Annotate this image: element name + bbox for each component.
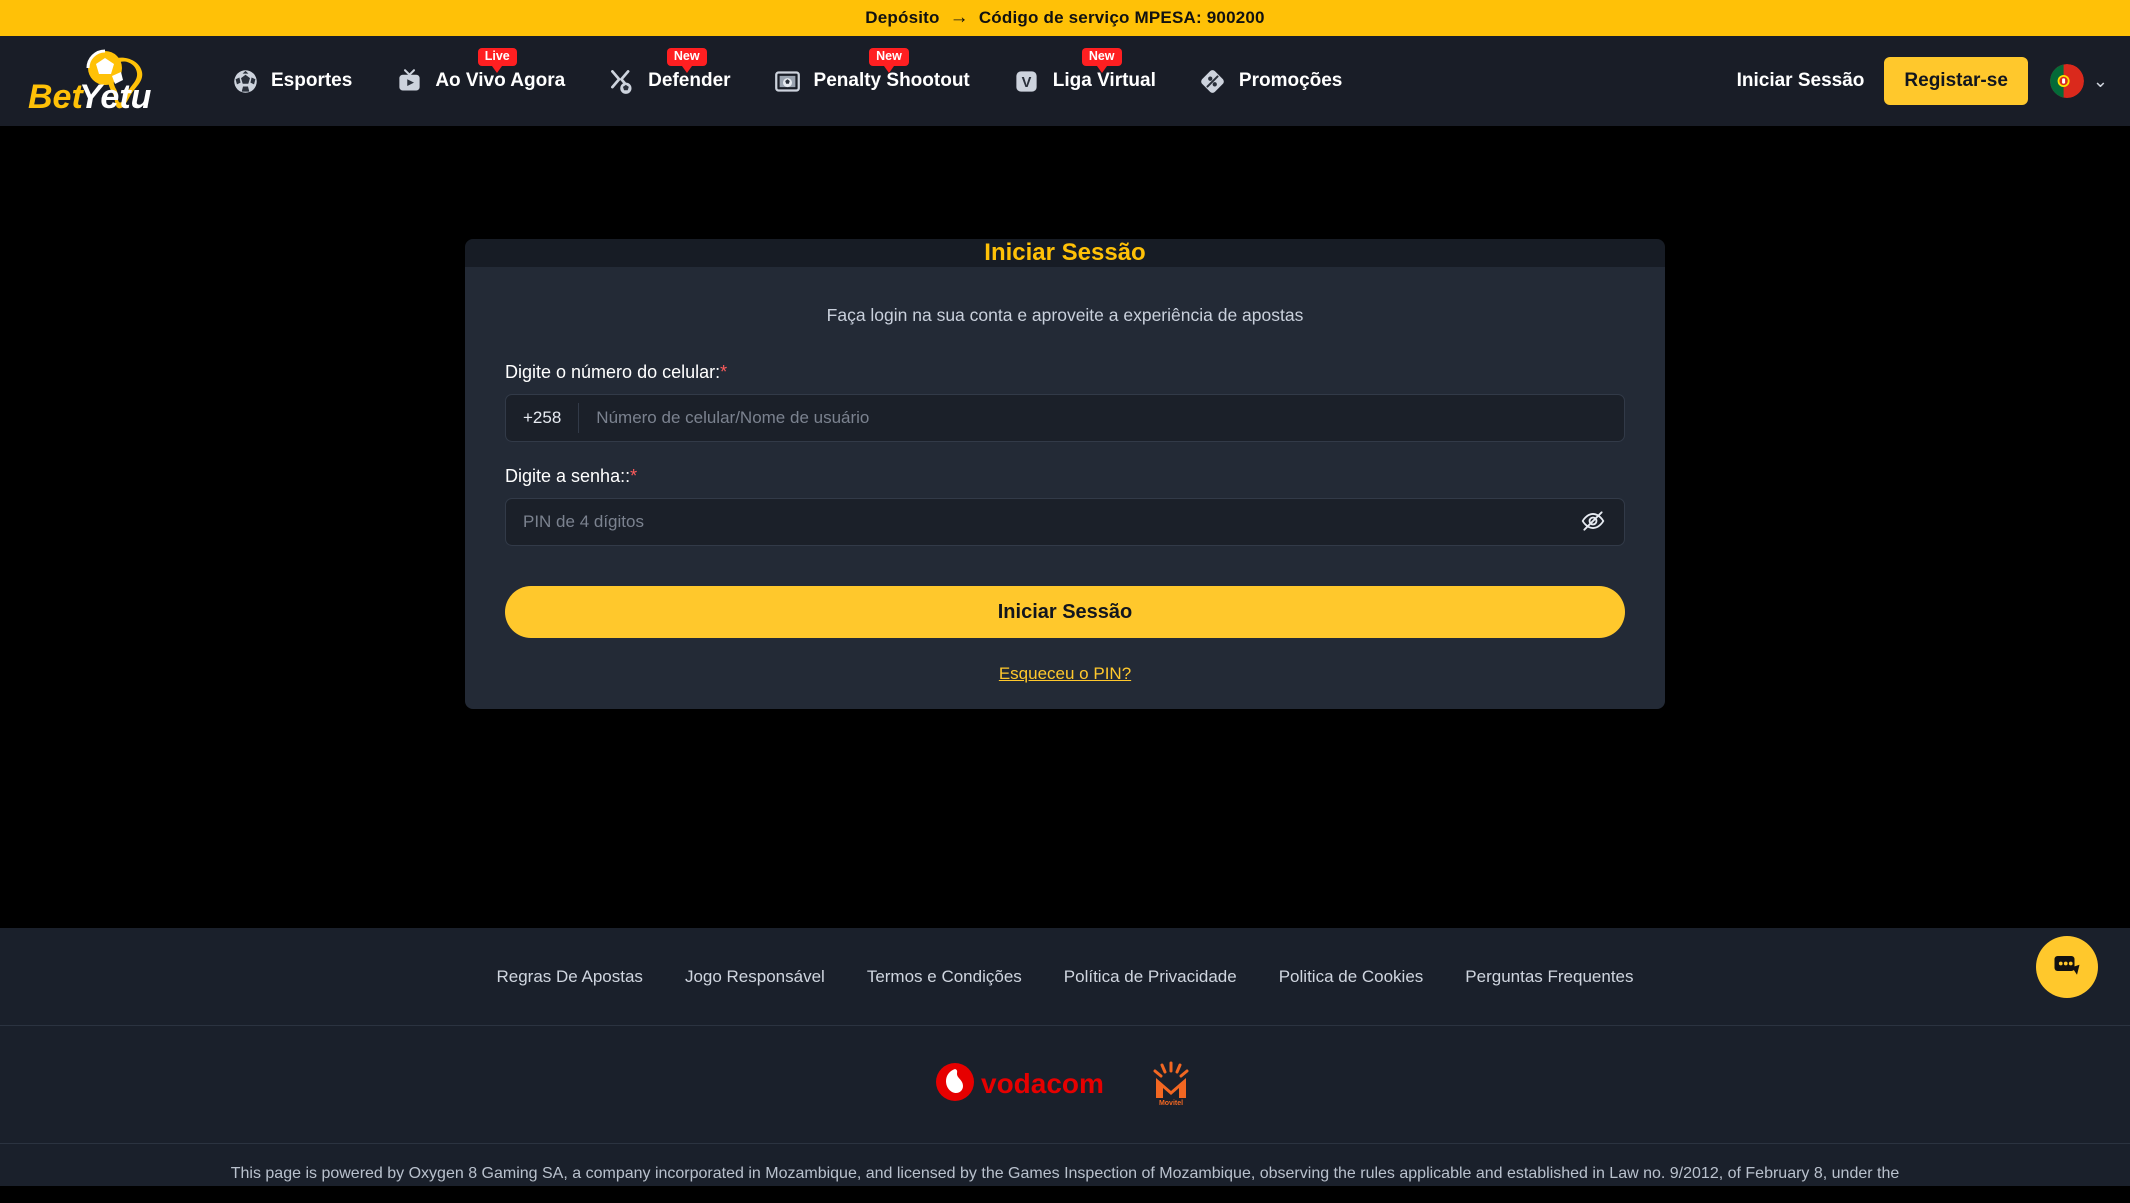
- live-tv-icon: [394, 66, 424, 96]
- header-register-button[interactable]: Registar-se: [1884, 57, 2028, 105]
- site-header: Bet Yetu Esportes Live Ao Vivo Agora New…: [0, 36, 2130, 126]
- arrow-right-icon: →: [949, 7, 969, 28]
- footer-link-privacy-policy[interactable]: Política de Privacidade: [1043, 967, 1258, 987]
- chevron-down-icon: ⌄: [2092, 71, 2108, 91]
- nav-badge-new: New: [1081, 48, 1122, 74]
- svg-text:V: V: [1022, 75, 1032, 91]
- phone-field-label: Digite o número do celular:*: [505, 362, 1625, 383]
- phone-input[interactable]: [579, 408, 1624, 428]
- pin-input-group[interactable]: [505, 498, 1625, 546]
- nav-label: Defender: [648, 70, 731, 91]
- forgot-pin-link[interactable]: Esqueceu o PIN?: [505, 664, 1625, 684]
- phone-label-text: Digite o número do celular:: [505, 362, 721, 382]
- betyetu-logo[interactable]: Bet Yetu: [22, 46, 167, 116]
- nav-badge-new: New: [666, 48, 707, 74]
- movitel-logo: Movitel: [1147, 1058, 1195, 1111]
- nav-item-defender[interactable]: New Defender: [586, 36, 751, 126]
- nav-label: Esportes: [271, 70, 353, 91]
- eye-off-icon: [1580, 508, 1606, 537]
- promo-banner: Depósito → Código de serviço MPESA: 9002…: [0, 0, 2130, 36]
- footer-link-cookies-policy[interactable]: Politica de Cookies: [1258, 967, 1445, 987]
- country-code-prefix: +258: [506, 403, 580, 433]
- toggle-password-visibility-button[interactable]: [1562, 499, 1624, 545]
- nav-label: Penalty Shootout: [813, 70, 970, 91]
- nav-item-liga-virtual[interactable]: New V Liga Virtual: [991, 36, 1177, 126]
- login-card-header: Iniciar Sessão: [465, 239, 1665, 267]
- nav-badge-live: Live: [477, 48, 517, 74]
- login-submit-button[interactable]: Iniciar Sessão: [505, 586, 1625, 638]
- pin-input[interactable]: [506, 512, 1562, 532]
- footer-link-terms[interactable]: Termos e Condições: [846, 967, 1043, 987]
- required-asterisk: *: [630, 466, 638, 486]
- nav-item-promocoes[interactable]: Promoções: [1177, 36, 1363, 126]
- promo-deposit-label: Depósito: [865, 8, 940, 27]
- svg-text:vodacom: vodacom: [981, 1068, 1104, 1099]
- nav-badge-new: New: [869, 48, 909, 74]
- defender-icon: [607, 66, 637, 96]
- page-root: Depósito → Código de serviço MPESA: 9002…: [0, 0, 2130, 1203]
- nav-label: Liga Virtual: [1052, 70, 1156, 91]
- footer-links: Regras De Apostas Jogo Responsável Termo…: [0, 928, 2130, 1026]
- soccer-ball-icon: [230, 66, 260, 96]
- nav-item-esportes[interactable]: Esportes: [209, 36, 373, 126]
- nav-item-penalty-shootout[interactable]: New Penalty Shootout: [752, 36, 991, 126]
- header-account-area: Iniciar Sessão Registar-se ⌄: [1717, 57, 2108, 105]
- main-content: Iniciar Sessão Faça login na sua conta e…: [0, 126, 2130, 928]
- payment-partners: vodacom Movitel: [0, 1026, 2130, 1144]
- login-card-title: Iniciar Sessão: [984, 239, 1146, 266]
- virtual-league-icon: V: [1012, 66, 1042, 96]
- vodacom-logo: vodacom: [935, 1062, 1111, 1107]
- site-footer: Regras De Apostas Jogo Responsável Termo…: [0, 928, 2130, 1186]
- promo-service-code: Código de serviço MPESA: 900200: [978, 8, 1265, 27]
- nav-label: Ao Vivo Agora: [435, 70, 566, 91]
- goal-net-icon: [773, 66, 803, 96]
- footer-link-responsible-gaming[interactable]: Jogo Responsável: [664, 967, 846, 987]
- chat-bubble-icon: [2052, 951, 2082, 984]
- footer-link-betting-rules[interactable]: Regras De Apostas: [475, 967, 663, 987]
- chat-support-button[interactable]: [2036, 936, 2098, 998]
- language-selector[interactable]: ⌄: [2049, 64, 2108, 98]
- promotions-icon: [1198, 66, 1228, 96]
- login-card: Iniciar Sessão Faça login na sua conta e…: [465, 239, 1665, 709]
- svg-text:Movitel: Movitel: [1159, 1100, 1183, 1106]
- footer-link-faq[interactable]: Perguntas Frequentes: [1444, 967, 1654, 987]
- nav-item-ao-vivo-agora[interactable]: Live Ao Vivo Agora: [373, 36, 586, 126]
- nav-label: Promoções: [1238, 70, 1343, 91]
- phone-input-group[interactable]: +258: [505, 394, 1625, 442]
- pin-label-text: Digite a senha::: [505, 466, 631, 486]
- login-subtitle: Faça login na sua conta e aproveite a ex…: [826, 305, 1304, 325]
- portugal-flag-icon: [2049, 64, 2084, 98]
- header-login-link[interactable]: Iniciar Sessão: [1717, 70, 1885, 92]
- pin-field-label: Digite a senha::*: [505, 466, 1625, 487]
- primary-nav: Esportes Live Ao Vivo Agora New Defender…: [209, 36, 1717, 126]
- login-card-body: Faça login na sua conta e aproveite a ex…: [465, 267, 1665, 709]
- required-asterisk: *: [720, 362, 728, 382]
- legal-text: This page is powered by Oxygen 8 Gaming …: [230, 1165, 1900, 1182]
- svg-text:Bet: Bet: [28, 78, 84, 116]
- svg-text:Yetu: Yetu: [79, 78, 152, 116]
